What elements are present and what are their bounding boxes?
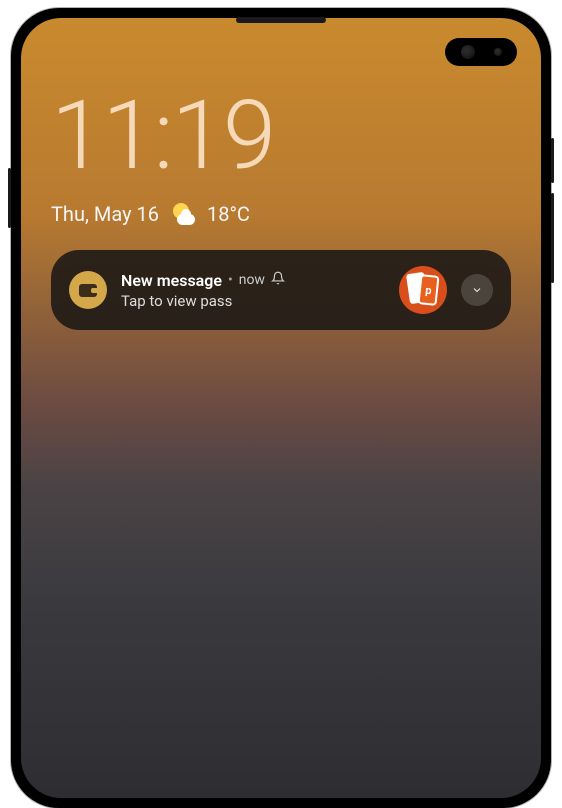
phone-screen: 11:19 Thu, May 16 18°C New message •: [21, 18, 541, 798]
weather-icon: [171, 203, 195, 225]
notification-body: New message • now Tap to view pass: [121, 271, 385, 310]
notification-thumbnail: p: [399, 266, 447, 314]
thumb-letter: p: [425, 283, 433, 297]
chevron-down-icon: [471, 284, 483, 296]
notification-card[interactable]: New message • now Tap to view pass: [51, 250, 511, 330]
notification-app-icon: [69, 271, 107, 309]
bell-silent-icon: [271, 271, 285, 289]
expand-button[interactable]: [461, 274, 493, 306]
phone-frame: 11:19 Thu, May 16 18°C New message •: [11, 8, 551, 808]
lockscreen-clock: 11:19: [51, 88, 511, 184]
side-button: [551, 193, 554, 283]
date-weather-row: Thu, May 16 18°C: [51, 202, 511, 226]
camera-lens-icon: [494, 48, 502, 56]
side-button: [8, 168, 11, 228]
lockscreen-date: Thu, May 16: [51, 202, 159, 226]
lockscreen-temperature: 18°C: [207, 202, 250, 226]
notification-title: New message: [121, 271, 222, 290]
notification-text: Tap to view pass: [121, 292, 385, 310]
earpiece: [236, 17, 326, 23]
separator: •: [228, 272, 233, 288]
side-button: [551, 138, 554, 183]
camera-lens-icon: [461, 45, 475, 59]
wallet-icon: [79, 284, 97, 297]
camera-cutout: [445, 38, 517, 66]
notification-time: now: [239, 272, 265, 288]
